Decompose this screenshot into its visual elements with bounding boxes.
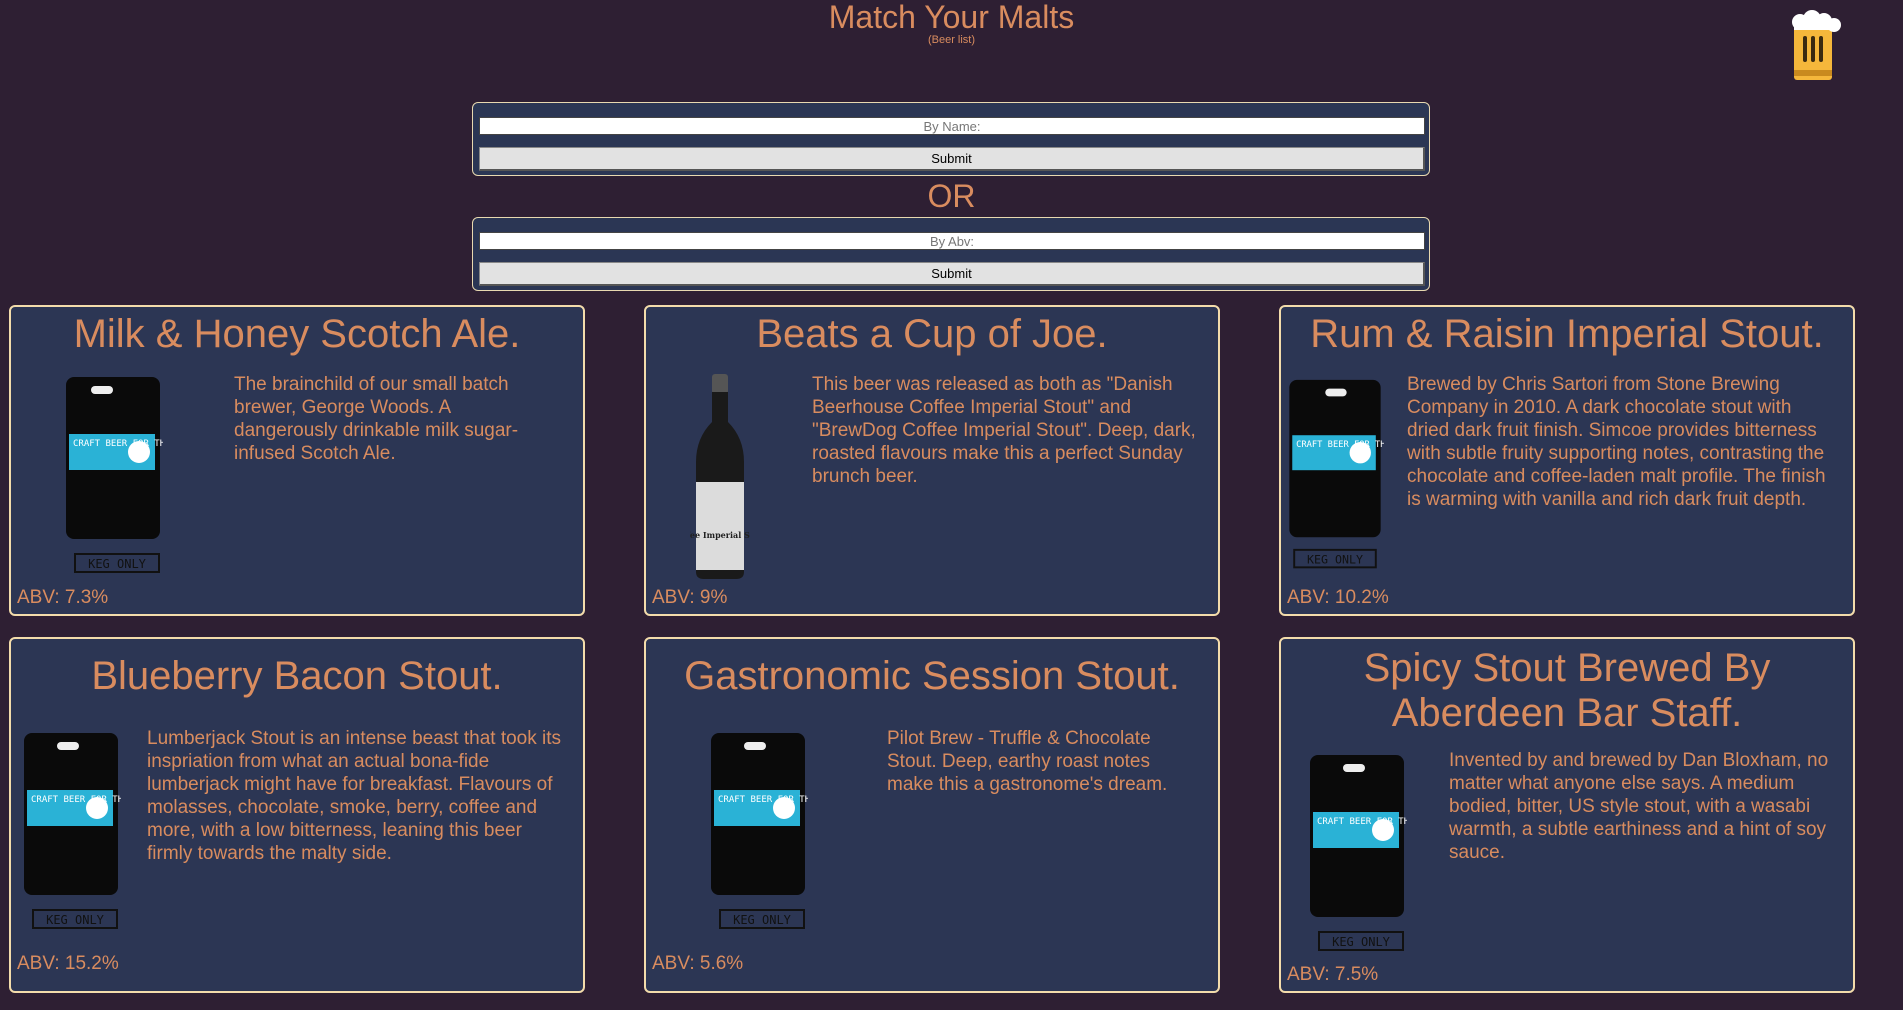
beer-card: Blueberry Bacon Stout. CRAFT BEER FOR TH… bbox=[9, 637, 585, 993]
or-divider-label: OR bbox=[927, 178, 976, 214]
beer-name: Blueberry Bacon Stout. bbox=[91, 654, 503, 698]
keg-label-text: CRAFT BEER FOR THE PEOPLE bbox=[718, 795, 808, 805]
name-search-form: Submit bbox=[472, 102, 1430, 176]
beer-name: Beats a Cup of Joe. bbox=[756, 312, 1108, 356]
beer-description: Brewed by Chris Sartori from Stone Brewi… bbox=[1407, 374, 1826, 510]
beer-card: Spicy Stout Brewed By Aberdeen Bar Staff… bbox=[1279, 637, 1855, 993]
keg-footer-text: KEG ONLY bbox=[88, 557, 147, 571]
keg-label-text: CRAFT BEER FOR THE PEOPLE bbox=[1296, 440, 1384, 450]
beer-card: Beats a Cup of Joe. Coffee Imperial Stou… bbox=[644, 305, 1220, 616]
keg-footer-text: KEG ONLY bbox=[1307, 552, 1363, 566]
page-subtitle: (Beer list) bbox=[927, 34, 976, 46]
beer-card: Gastronomic Session Stout. CRAFT BEER FO… bbox=[644, 637, 1220, 993]
keg-footer-text: KEG ONLY bbox=[733, 913, 792, 927]
beer-abv: ABV: 15.2% bbox=[17, 953, 119, 974]
keg-image: CRAFT BEER FOR THE PEOPLE KEG ONLY bbox=[1310, 755, 1407, 951]
beer-abv: ABV: 5.6% bbox=[652, 953, 744, 974]
keg-image: CRAFT BEER FOR THE PEOPLE KEG ONLY bbox=[711, 733, 808, 929]
beer-description: Invented by and brewed by Dan Bloxham, n… bbox=[1449, 750, 1829, 863]
beer-card: Milk & Honey Scotch Ale. CRAFT BEER FOR … bbox=[9, 305, 585, 616]
bottle-image: Coffee Imperial Stout bbox=[690, 374, 750, 579]
beer-abv: ABV: 9% bbox=[652, 587, 728, 608]
beer-name: Milk & Honey Scotch Ale. bbox=[73, 312, 521, 356]
keg-footer-text: KEG ONLY bbox=[46, 913, 105, 927]
beer-card: Rum & Raisin Imperial Stout. CRAFT BEER … bbox=[1279, 305, 1855, 616]
keg-image: CRAFT BEER FOR THE PEOPLE KEG ONLY bbox=[66, 377, 163, 573]
beer-mug-icon bbox=[1792, 10, 1841, 80]
beer-name: Rum & Raisin Imperial Stout. bbox=[1310, 312, 1824, 356]
beer-name: Gastronomic Session Stout. bbox=[684, 654, 1180, 698]
bottle-label-text: Coffee Imperial Stout bbox=[690, 530, 750, 540]
beer-description: Pilot Brew - Truffle & Chocolate Stout. … bbox=[887, 728, 1168, 795]
keg-label-text: CRAFT BEER FOR THE PEOPLE bbox=[31, 795, 121, 805]
beer-abv: ABV: 7.3% bbox=[17, 587, 109, 608]
abv-search-input[interactable] bbox=[479, 232, 1425, 250]
keg-label-text: CRAFT BEER FOR THE PEOPLE bbox=[73, 439, 163, 449]
beer-description: Lumberjack Stout is an intense beast tha… bbox=[147, 728, 562, 864]
abv-submit-button[interactable]: Submit bbox=[479, 262, 1425, 286]
name-search-input[interactable] bbox=[479, 117, 1425, 135]
keg-footer-text: KEG ONLY bbox=[1332, 935, 1391, 949]
beer-abv: ABV: 10.2% bbox=[1287, 587, 1389, 608]
page-title: Match Your Malts bbox=[828, 0, 1075, 35]
keg-image: CRAFT BEER FOR THE PEOPLE KEG ONLY bbox=[24, 733, 121, 929]
keg-image: CRAFT BEER FOR THE PEOPLE KEG ONLY bbox=[1289, 379, 1384, 569]
beer-abv: ABV: 7.5% bbox=[1287, 964, 1379, 985]
keg-label-text: CRAFT BEER FOR THE PEOPLE bbox=[1317, 817, 1407, 827]
abv-search-form: Submit bbox=[472, 217, 1430, 291]
beer-description: The brainchild of our small batch brewer… bbox=[234, 374, 519, 464]
beer-name: Spicy Stout Brewed By Aberdeen Bar Staff… bbox=[1363, 646, 1771, 735]
name-submit-button[interactable]: Submit bbox=[479, 147, 1425, 171]
beer-description: This beer was released as both as "Danis… bbox=[812, 374, 1196, 487]
